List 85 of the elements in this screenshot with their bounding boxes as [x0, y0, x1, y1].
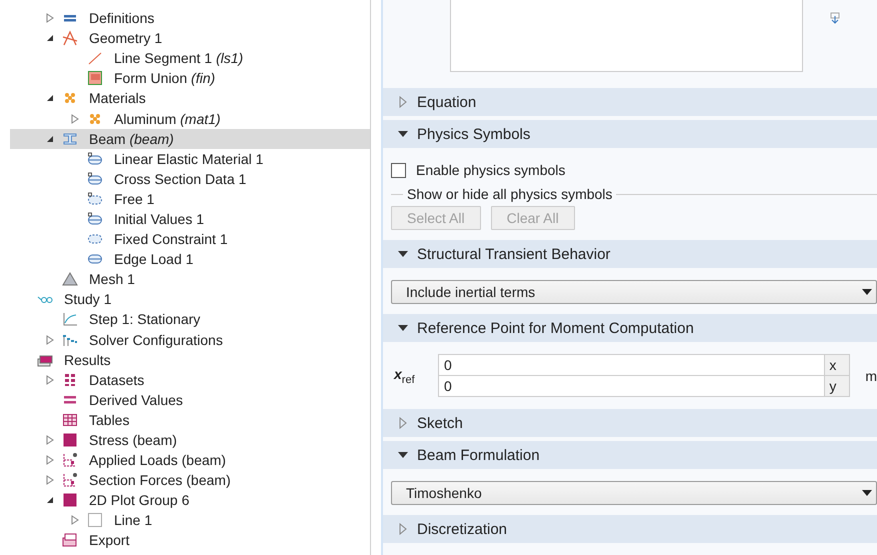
- tree-item[interactable]: Cross Section Data 1: [10, 168, 370, 189]
- tree-item[interactable]: Applied Loads (beam): [10, 450, 370, 470]
- expand-toggle[interactable]: [46, 475, 54, 486]
- capsule-icon: [87, 170, 103, 187]
- tree-item[interactable]: Beam (beam): [10, 128, 370, 149]
- tree-item[interactable]: Line Segment 1 (ls1): [10, 48, 370, 68]
- expand-toggle[interactable]: [46, 374, 54, 385]
- tree-item[interactable]: Linear Elastic Material 1: [10, 148, 370, 169]
- tree-item[interactable]: Free 1: [10, 188, 370, 209]
- angle-icon: [62, 30, 78, 46]
- collapse-toggle[interactable]: [46, 496, 54, 504]
- section-header[interactable]: Beam Formulation: [383, 441, 877, 469]
- line-icon: [87, 50, 103, 66]
- tree-item[interactable]: Mesh 1: [10, 269, 370, 290]
- collapse-toggle[interactable]: [46, 94, 54, 102]
- expand-arrow-icon[interactable]: [399, 96, 407, 108]
- checkbox-label: Enable physics symbols: [416, 162, 566, 178]
- curve-icon: [62, 311, 78, 328]
- collapse-arrow-icon[interactable]: [398, 251, 408, 257]
- dropdown[interactable]: Include inertial terms: [391, 280, 877, 304]
- tree-item[interactable]: Solver Configurations: [10, 330, 370, 350]
- tree-item[interactable]: Stress (beam): [10, 430, 370, 450]
- symbol-label: x$_{ref}$: [392, 366, 416, 386]
- tree-item[interactable]: Step 1: Stationary: [10, 309, 370, 330]
- expand-toggle[interactable]: [71, 114, 79, 124]
- collapse-arrow-icon[interactable]: [398, 452, 408, 458]
- section-header[interactable]: Reference Point for Moment Computation: [383, 314, 877, 342]
- collapse-arrow-icon[interactable]: [398, 325, 408, 331]
- square-icon: [87, 512, 103, 528]
- tree-item[interactable]: Edge Load 1: [10, 249, 370, 270]
- expand-toggle[interactable]: [71, 515, 79, 526]
- plot-icon: [62, 452, 78, 468]
- section-header[interactable]: Structural Transient Behavior: [383, 240, 877, 268]
- tree-item[interactable]: Datasets: [10, 370, 370, 390]
- collapse-toggle[interactable]: [46, 134, 54, 143]
- input-field[interactable]: 0: [438, 376, 824, 396]
- table-icon: [62, 412, 78, 428]
- grid-icon: [62, 372, 78, 388]
- dropdown[interactable]: Timoshenko: [391, 481, 877, 505]
- caret-icon: [862, 289, 872, 295]
- checkbox[interactable]: [391, 162, 406, 178]
- group-label: Show or hide all physics symbols: [407, 186, 612, 202]
- square-icon: [62, 492, 78, 508]
- expand-arrow-icon[interactable]: [399, 417, 407, 429]
- expand-toggle[interactable]: [46, 334, 54, 345]
- section-header[interactable]: Sketch: [383, 409, 877, 437]
- expand-toggle[interactable]: [46, 435, 54, 446]
- collapse-toggle[interactable]: [46, 34, 54, 42]
- capsule-icon: [87, 190, 103, 207]
- input-field[interactable]: 0: [438, 355, 824, 375]
- axis-label: y: [824, 376, 850, 396]
- tree-item[interactable]: Geometry 1: [10, 28, 370, 48]
- square-icon: [87, 70, 103, 86]
- tree-item[interactable]: Derived Values: [10, 390, 370, 410]
- triangle-icon: [62, 271, 78, 288]
- tree-item[interactable]: Aluminum (mat1): [10, 108, 370, 129]
- tree-item[interactable]: Results: [10, 350, 370, 370]
- beam-icon: [62, 130, 78, 147]
- section-header[interactable]: Physics Symbols: [383, 120, 877, 148]
- download-icon[interactable]: [830, 12, 840, 24]
- section-header[interactable]: Discretization: [383, 515, 877, 543]
- capsule-icon: [87, 210, 103, 227]
- collapse-arrow-icon[interactable]: [398, 131, 408, 137]
- tree-item[interactable]: Export: [10, 530, 370, 551]
- expand-toggle[interactable]: [46, 13, 54, 24]
- expand-arrow-icon[interactable]: [399, 523, 407, 535]
- tree-item[interactable]: 2D Plot Group 6: [10, 490, 370, 510]
- section-header[interactable]: Equation: [383, 88, 877, 116]
- capsule-icon: [87, 150, 103, 167]
- tree-item[interactable]: Study 1: [10, 289, 370, 310]
- tree-item[interactable]: Line 1: [10, 510, 370, 530]
- tree-item[interactable]: Section Forces (beam): [10, 470, 370, 490]
- tree-item[interactable]: Materials: [10, 88, 370, 108]
- square-icon: [62, 432, 78, 448]
- stack-icon: [62, 532, 78, 548]
- expand-toggle[interactable]: [46, 455, 54, 466]
- tree-item[interactable]: Definitions: [10, 8, 370, 28]
- tree-item[interactable]: Tables: [10, 410, 370, 430]
- caret-icon: [862, 490, 872, 496]
- tree-item[interactable]: Form Union (fin): [10, 68, 370, 88]
- plot-icon: [62, 472, 78, 488]
- unit-label: m: [865, 368, 877, 384]
- axis-label: x: [824, 355, 850, 375]
- tree-item[interactable]: Fixed Constraint 1: [10, 229, 370, 250]
- tree-item[interactable]: Initial Values 1: [10, 208, 370, 230]
